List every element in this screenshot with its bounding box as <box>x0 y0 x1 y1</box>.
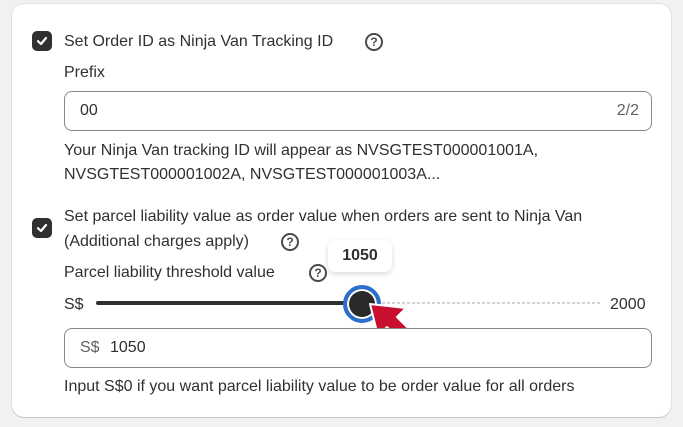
slider-track-filled[interactable] <box>96 301 362 305</box>
threshold-input[interactable]: S$ 1050 <box>64 328 652 368</box>
checkmark-icon <box>36 223 48 233</box>
prefix-input[interactable]: 00 2/2 <box>64 91 652 131</box>
question-circle-icon[interactable]: ? <box>281 233 299 251</box>
prefix-input-value: 00 <box>80 102 98 119</box>
parcel-liability-label-line-2: (Additional charges apply) <box>64 233 249 250</box>
parcel-liability-checkbox[interactable] <box>32 218 52 238</box>
tracking-preview-line-2: NVSGTEST000001002A, NVSGTEST000001003A..… <box>64 166 441 183</box>
question-circle-icon[interactable]: ? <box>309 264 327 282</box>
tracking-preview-line-1: Your Ninja Van tracking ID will appear a… <box>64 142 539 159</box>
slider-value-tooltip: 1050 <box>328 240 392 272</box>
question-circle-icon[interactable]: ? <box>365 33 383 51</box>
parcel-liability-label-line-1: Set parcel liability value as order valu… <box>64 208 583 225</box>
slider-min-label: S$ <box>64 296 84 313</box>
prefix-char-counter: 2/2 <box>616 102 639 119</box>
prefix-label: Prefix <box>64 64 105 81</box>
threshold-label: Parcel liability threshold value <box>64 264 275 281</box>
tracking-id-label: Set Order ID as Ninja Van Tracking ID <box>64 33 334 50</box>
threshold-input-prefix: S$ <box>80 339 100 356</box>
tracking-id-checkbox[interactable] <box>32 31 52 51</box>
checkmark-icon <box>36 36 48 46</box>
slider-max-label: 2000 <box>610 296 646 313</box>
threshold-help-text: Input S$0 if you want parcel liability v… <box>64 378 575 395</box>
threshold-input-value: 1050 <box>110 339 146 356</box>
